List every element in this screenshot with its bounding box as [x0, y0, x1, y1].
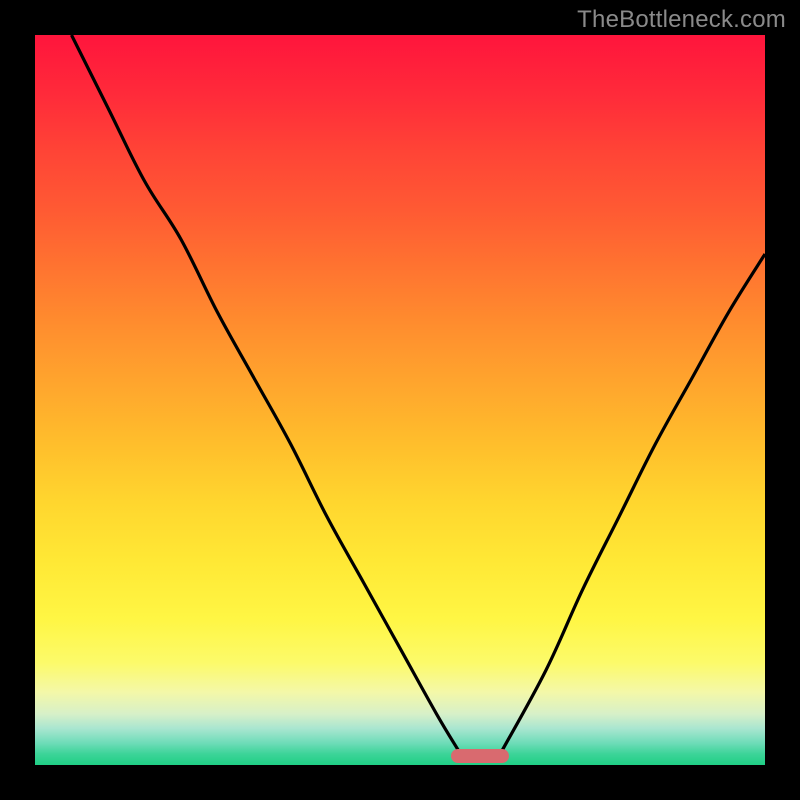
curve-svg — [35, 35, 765, 765]
right-curve — [502, 254, 765, 750]
chart-container: TheBottleneck.com — [0, 0, 800, 800]
left-curve — [72, 35, 459, 750]
plot-area — [35, 35, 765, 765]
bottleneck-marker — [451, 749, 509, 763]
watermark-text: TheBottleneck.com — [577, 6, 786, 34]
